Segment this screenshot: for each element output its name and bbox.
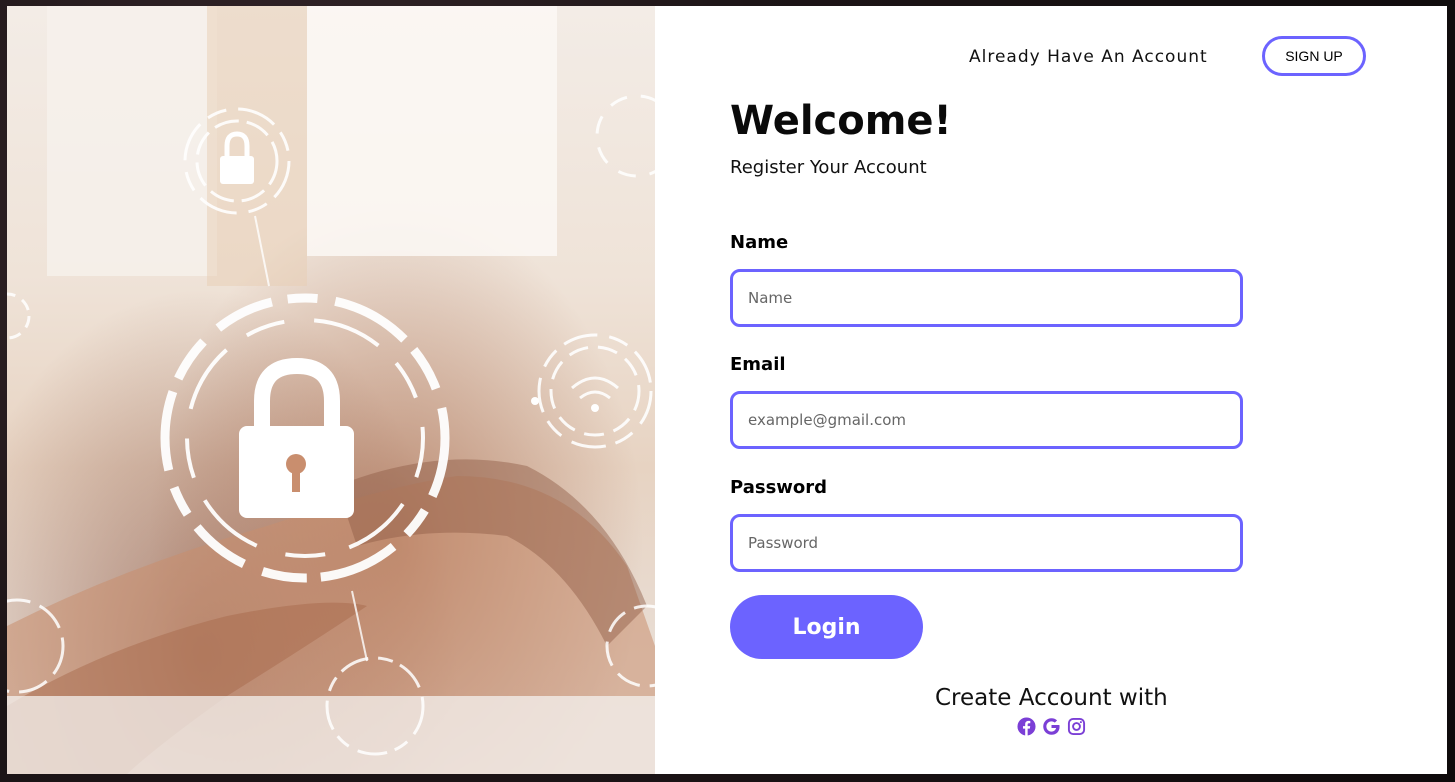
register-panel: Already Have An Account SIGN UP Welcome!…: [655, 6, 1447, 774]
name-input[interactable]: [730, 269, 1243, 327]
name-label: Name: [730, 232, 789, 253]
page-subtitle: Register Your Account: [730, 157, 927, 178]
email-label: Email: [730, 354, 786, 375]
security-illustration: [7, 6, 655, 774]
already-have-account-text: Already Have An Account: [969, 47, 1208, 67]
page-title: Welcome!: [730, 98, 952, 144]
top-bar: Already Have An Account SIGN UP: [655, 6, 1447, 106]
password-input[interactable]: [730, 514, 1243, 572]
sign-up-button[interactable]: SIGN UP: [1262, 36, 1366, 76]
page-frame: Already Have An Account SIGN UP Welcome!…: [7, 6, 1447, 774]
create-account-with-text: Create Account with: [935, 685, 1168, 711]
instagram-icon[interactable]: [1067, 717, 1086, 736]
password-label: Password: [730, 477, 828, 498]
hero-image: [7, 6, 655, 774]
email-input[interactable]: [730, 391, 1243, 449]
facebook-icon[interactable]: [1017, 717, 1036, 736]
login-button[interactable]: Login: [730, 595, 923, 659]
google-icon[interactable]: [1042, 717, 1061, 736]
social-login-icons: [1017, 717, 1086, 736]
